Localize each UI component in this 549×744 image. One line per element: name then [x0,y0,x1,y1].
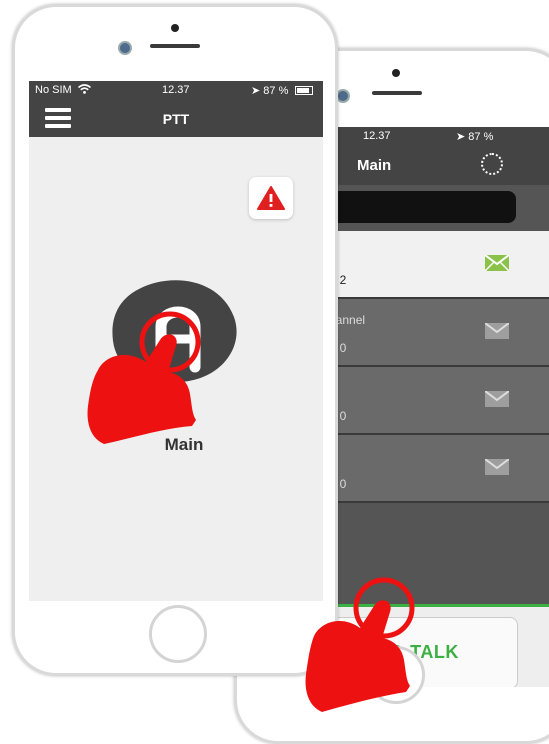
sensor-dot [171,24,179,32]
status-battery: ➤ 87 % [456,131,494,143]
status-bar: No SIM 12.37 ➤ 87 % [29,81,323,99]
channel-row[interactable]: rs: 0 [321,367,549,435]
camera-icon [336,89,350,103]
page-title: Main [357,157,392,174]
tap-hand-icon [305,577,415,712]
home-button[interactable] [149,605,207,663]
status-carrier: No SIM [35,84,72,96]
page-title: PTT [162,111,190,127]
channel-row[interactable]: channel rs: 0 [321,299,549,367]
speaker-slot [150,44,200,48]
nav-bar: PTT [29,99,323,137]
alert-button[interactable] [249,177,293,219]
channel-row[interactable]: es rs: 0 [321,435,549,503]
mail-icon[interactable] [485,459,509,475]
status-bar: 12.37 ➤ 87 % [321,127,549,145]
nav-bar: Main [321,145,549,185]
status-time: 12.37 [363,130,391,142]
sync-icon[interactable] [481,153,503,175]
mail-icon[interactable] [485,391,509,407]
speaker-slot [372,91,422,95]
battery-icon [295,86,313,95]
warning-icon [257,186,285,210]
sensor-dot [392,69,400,77]
wifi-icon [77,84,92,97]
search-input[interactable] [321,191,516,223]
channel-row[interactable]: n rs: 2 [321,231,549,299]
mail-icon[interactable] [485,323,509,339]
mail-icon[interactable] [485,255,509,271]
tap-hand-icon [87,311,201,444]
camera-icon [118,41,132,55]
status-battery: ➤ 87 % [251,85,289,97]
status-time: 12.37 [162,84,190,96]
